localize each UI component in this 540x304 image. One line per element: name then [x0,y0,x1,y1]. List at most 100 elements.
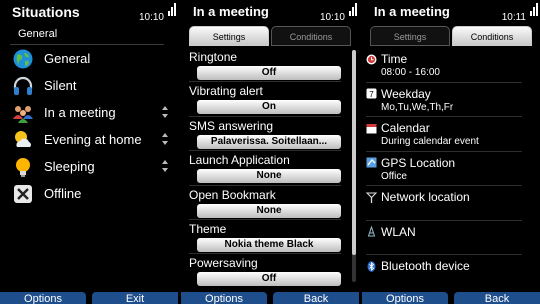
condition-gps-location[interactable]: GPS Location Office [366,152,522,186]
status-bar: In a meeting 10:10 [181,0,359,26]
list-item-evening-at-home[interactable]: Evening at home [0,126,178,153]
setting-label: Powersaving [189,256,258,271]
headphones-icon [13,76,33,95]
tab-bar: Settings Conditions [185,26,355,48]
condition-value: Mo,Tu,We,Th,Fr [381,101,454,113]
condition-time[interactable]: Time 08:00 - 16:00 [366,48,522,83]
setting-vibrating-alert[interactable]: Vibrating alert On [189,82,341,117]
list-item-label: Sleeping [44,159,95,174]
gps-icon [366,157,377,168]
clock: 10:10 [138,12,164,23]
tab-settings[interactable]: Settings [370,26,450,46]
globe-icon [13,49,33,68]
clock: 10:11 [501,12,526,23]
options-softkey[interactable]: Options [362,292,448,304]
list-item-label: Evening at home [44,132,142,147]
setting-value-button[interactable]: None [197,203,341,218]
meeting-settings-screen: In a meeting 10:10 Settings Conditions R… [181,0,359,304]
signal-icon [349,2,357,16]
setting-value-button[interactable]: Off [197,272,341,287]
softkey-bar: Options Exit [0,292,178,304]
tab-conditions[interactable]: Conditions [452,26,532,46]
softkey-bar: Options Back [362,292,540,304]
clock-icon [366,54,377,64]
condition-value: During calendar event [381,136,479,147]
exit-softkey[interactable]: Exit [92,292,178,304]
list-item-in-a-meeting[interactable]: In a meeting [0,99,178,126]
list-item-sleeping[interactable]: Sleeping [0,153,178,180]
condition-label: GPS Location [381,155,456,170]
people-icon [13,105,33,123]
setting-value-button[interactable]: Nokia theme Black [197,237,341,252]
condition-bluetooth-device[interactable]: Bluetooth device [366,255,522,290]
list-item-silent[interactable]: Silent [0,72,178,99]
svg-text:7: 7 [369,90,374,99]
condition-network-location[interactable]: Network location [366,186,522,221]
status-bar: In a meeting 10:11 [362,0,540,26]
condition-label: Network location [381,190,470,204]
signal-icon [168,2,176,16]
list-item-label: In a meeting [44,105,116,120]
condition-value: 08:00 - 16:00 [381,67,440,78]
setting-powersaving[interactable]: Powersaving Off [189,254,341,288]
list-item-label: Silent [44,78,77,93]
setting-value-button[interactable]: On [197,100,341,115]
scrollbar-thumb[interactable] [352,50,356,255]
list-item-label: General [44,51,91,66]
condition-label: Time [381,52,408,66]
setting-value-button[interactable]: None [197,169,341,184]
condition-calendar[interactable]: Calendar During calendar event [366,117,522,152]
conditions-list: Time 08:00 - 16:00 7 Weekday Mo,Tu,We,Th… [362,48,540,290]
list-item-general[interactable]: General [0,45,178,72]
list-item-label: Offline [44,186,82,201]
page-title: In a meeting [193,4,269,19]
condition-label: WLAN [381,224,416,239]
calendar-day-icon: 7 [366,88,377,99]
wlan-icon [367,226,376,237]
setting-open-bookmark[interactable]: Open Bookmark None [189,186,341,220]
condition-wlan[interactable]: WLAN [366,221,522,255]
setting-label: Open Bookmark [189,187,276,202]
page-title: Situations [12,4,80,20]
setting-sms-answering[interactable]: SMS answering Palaverissa. Soitellaan... [189,117,341,152]
setting-launch-application[interactable]: Launch Application None [189,151,341,186]
setting-label: Launch Application [189,153,290,168]
setting-label: SMS answering [189,118,274,133]
setting-label: Theme [189,221,227,236]
meeting-conditions-screen: In a meeting 10:11 Settings Conditions T… [362,0,540,304]
softkey-bar: Options Back [181,292,359,304]
status-bar: Situations 10:10 [0,0,178,26]
reorder-icon[interactable] [162,133,168,145]
antenna-icon [366,191,377,203]
condition-value: Office [381,170,407,182]
back-softkey[interactable]: Back [454,292,540,304]
setting-ringtone[interactable]: Ringtone Off [189,48,341,83]
setting-theme[interactable]: Theme Nokia theme Black [189,220,341,255]
reorder-icon[interactable] [162,106,168,118]
tab-conditions[interactable]: Conditions [271,26,351,46]
reorder-icon[interactable] [162,160,168,172]
options-softkey[interactable]: Options [0,292,86,304]
signal-icon [530,2,538,16]
setting-value-button[interactable]: Off [197,66,341,80]
back-softkey[interactable]: Back [273,292,359,304]
calendar-icon [366,123,377,133]
setting-value-button[interactable]: Palaverissa. Soitellaan... [197,134,341,149]
sun-cloud-icon [15,130,31,147]
situations-screen: Situations 10:10 General General Silent [0,0,178,304]
offline-icon [14,184,32,203]
tab-settings[interactable]: Settings [189,26,269,46]
lightbulb-icon [16,157,30,177]
condition-label: Calendar [381,121,430,135]
tab-bar: Settings Conditions [366,26,536,48]
list-item-offline[interactable]: Offline [0,180,178,207]
active-situation-label: General [18,28,58,40]
settings-list: Ringtone Off Vibrating alert On SMS answ… [181,48,359,289]
condition-label: Bluetooth device [381,259,470,273]
condition-weekday[interactable]: 7 Weekday Mo,Tu,We,Th,Fr [366,83,522,117]
scrollbar[interactable] [352,50,356,282]
setting-label: Ringtone [189,50,238,64]
setting-label: Vibrating alert [189,84,263,99]
clock: 10:10 [319,12,345,23]
options-softkey[interactable]: Options [181,292,267,304]
